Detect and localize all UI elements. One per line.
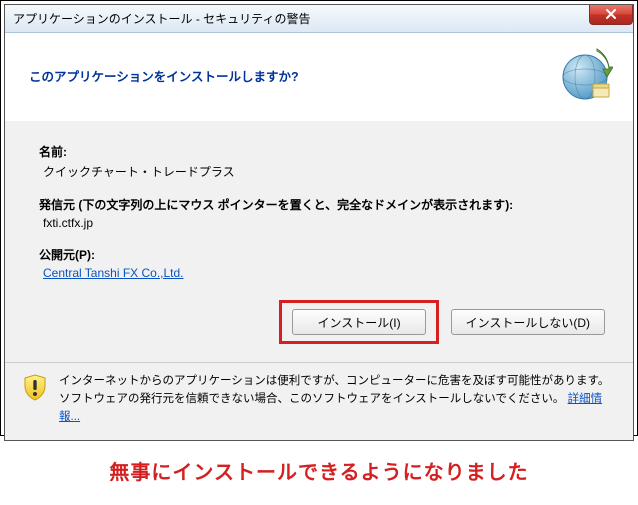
install-button[interactable]: インストール(I) [292, 309, 425, 335]
globe-install-icon [557, 47, 613, 103]
origin-label: 発信元 (下の文字列の上にマウス ポインターを置くと、完全なドメインが表示されま… [39, 196, 605, 213]
titlebar: アプリケーションのインストール - セキュリティの警告 [5, 5, 633, 33]
publisher-label: 公開元(P): [39, 246, 605, 263]
close-button[interactable] [589, 5, 633, 25]
field-name: 名前: クイックチャート・トレードプラス [39, 143, 605, 180]
content-area: 名前: クイックチャート・トレードプラス 発信元 (下の文字列の上にマウス ポイ… [5, 121, 633, 362]
install-question: このアプリケーションをインストールしますか? [29, 66, 299, 85]
install-highlight-frame: インストール(I) [279, 300, 438, 344]
footer-message: インターネットからのアプリケーションは便利ですが、コンピューターに危害を及ぼす可… [59, 375, 609, 405]
name-value: クイックチャート・トレードプラス [39, 163, 605, 180]
success-caption: 無事にインストールできるようになりました [0, 456, 638, 485]
name-label: 名前: [39, 143, 605, 160]
close-icon [605, 8, 617, 22]
window-title: アプリケーションのインストール - セキュリティの警告 [13, 10, 310, 27]
publisher-link[interactable]: Central Tanshi FX Co.,Ltd. [39, 266, 184, 280]
footer-text: インターネットからのアプリケーションは便利ですが、コンピューターに危害を及ぼす可… [59, 373, 617, 426]
field-publisher: 公開元(P): Central Tanshi FX Co.,Ltd. [39, 246, 605, 280]
shield-warning-icon [21, 373, 49, 401]
dont-install-button[interactable]: インストールしない(D) [451, 309, 605, 335]
origin-value: fxti.ctfx.jp [39, 216, 605, 230]
footer-area: インターネットからのアプリケーションは便利ですが、コンピューターに危害を及ぼす可… [5, 362, 633, 440]
security-warning-dialog: アプリケーションのインストール - セキュリティの警告 このアプリケーションをイ… [4, 4, 634, 441]
field-origin: 発信元 (下の文字列の上にマウス ポインターを置くと、完全なドメインが表示されま… [39, 196, 605, 230]
button-row: インストール(I) インストールしない(D) [39, 300, 605, 344]
header-area: このアプリケーションをインストールしますか? [5, 33, 633, 121]
